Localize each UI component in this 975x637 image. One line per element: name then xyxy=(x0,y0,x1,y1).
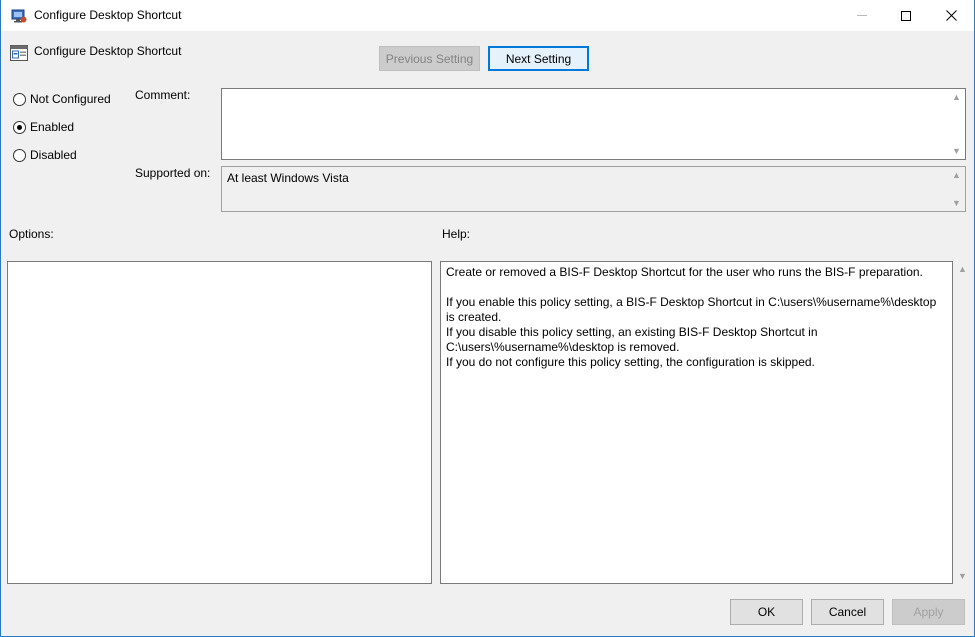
radio-enabled[interactable]: Enabled xyxy=(13,120,74,134)
radio-not-configured[interactable]: Not Configured xyxy=(13,92,111,106)
scroll-down-icon[interactable]: ▼ xyxy=(958,571,967,581)
options-panel xyxy=(7,261,432,584)
radio-label: Enabled xyxy=(30,120,75,134)
comment-scrollbar[interactable]: ▲ ▼ xyxy=(948,89,965,159)
next-setting-button[interactable]: Next Setting xyxy=(488,46,589,71)
scroll-up-icon[interactable]: ▲ xyxy=(952,170,961,180)
comment-label: Comment: xyxy=(135,88,191,102)
ok-button[interactable]: OK xyxy=(730,599,803,625)
minimize-icon xyxy=(857,15,867,16)
radio-disabled[interactable]: Disabled xyxy=(13,148,77,162)
window-title: Configure Desktop Shortcut xyxy=(34,8,182,22)
radio-label: Not Configured xyxy=(30,92,111,106)
help-paragraph: Create or removed a BIS-F Desktop Shortc… xyxy=(446,265,923,279)
help-paragraph: If you disable this policy setting, an e… xyxy=(446,325,818,354)
scroll-down-icon[interactable]: ▼ xyxy=(952,146,961,156)
help-paragraph xyxy=(446,280,946,295)
help-text: Create or removed a BIS-F Desktop Shortc… xyxy=(446,265,946,370)
supported-on-value: At least Windows Vista xyxy=(227,171,349,185)
maximize-button[interactable] xyxy=(883,0,929,31)
supported-scrollbar[interactable]: ▲ ▼ xyxy=(948,167,965,211)
radio-label: Disabled xyxy=(30,148,77,162)
help-panel: Create or removed a BIS-F Desktop Shortc… xyxy=(440,261,953,584)
previous-setting-button[interactable]: Previous Setting xyxy=(379,46,480,71)
help-scrollbar[interactable]: ▲ ▼ xyxy=(954,261,971,584)
dialog-window: Configure Desktop Shortcut Configure Des… xyxy=(0,0,975,637)
scroll-down-icon[interactable]: ▼ xyxy=(952,198,961,208)
policy-name: Configure Desktop Shortcut xyxy=(34,44,182,58)
title-bar[interactable]: Configure Desktop Shortcut xyxy=(1,0,974,31)
radio-circle[interactable] xyxy=(13,148,26,162)
scroll-up-icon[interactable]: ▲ xyxy=(952,92,961,102)
close-button[interactable] xyxy=(928,0,974,31)
policy-setting-icon xyxy=(10,45,28,61)
scroll-up-icon[interactable]: ▲ xyxy=(958,264,967,274)
radio-circle[interactable] xyxy=(13,92,26,106)
apply-button[interactable]: Apply xyxy=(892,599,965,625)
radio-circle[interactable] xyxy=(13,120,26,134)
help-paragraph: If you do not configure this policy sett… xyxy=(446,355,815,369)
help-label: Help: xyxy=(442,227,471,241)
app-icon xyxy=(11,9,27,23)
comment-textarea[interactable]: ▲ ▼ xyxy=(221,88,966,160)
minimize-button[interactable] xyxy=(839,0,885,31)
close-icon xyxy=(945,10,957,21)
cancel-button[interactable]: Cancel xyxy=(811,599,884,625)
supported-on-label: Supported on: xyxy=(135,166,211,180)
help-paragraph: If you enable this policy setting, a BIS… xyxy=(446,295,937,324)
options-label: Options: xyxy=(9,227,54,241)
supported-on-field: At least Windows Vista ▲ ▼ xyxy=(221,166,966,212)
maximize-icon xyxy=(901,10,911,21)
